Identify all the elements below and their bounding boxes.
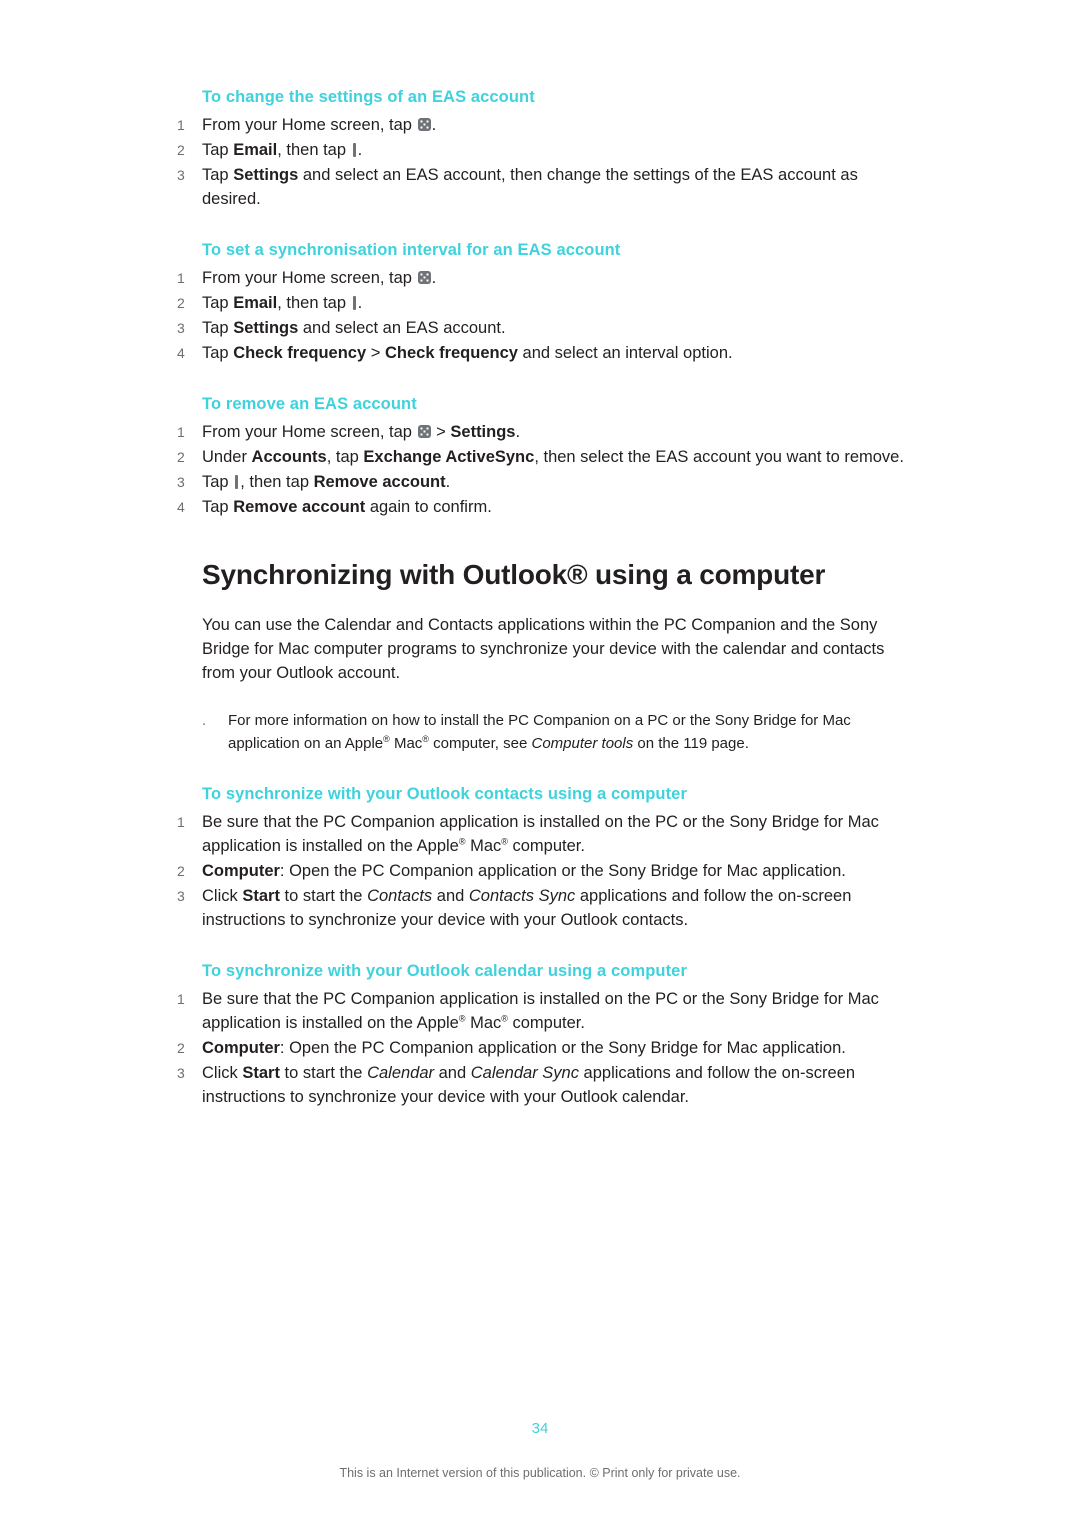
step-number: 3 (177, 474, 185, 490)
step-item: 4 Tap Check frequency > Check frequency a… (176, 341, 906, 365)
options-menu-icon (234, 475, 239, 489)
step-item: 2 Computer: Open the PC Companion applica… (176, 859, 906, 883)
step-number: 2 (177, 142, 185, 158)
page-title: Synchronizing with Outlook® using a comp… (202, 559, 826, 590)
step-text: Tap Settings and select an EAS account. (202, 319, 506, 337)
step-number: 3 (177, 167, 185, 183)
step-item: 1 Be sure that the PC Companion applicati… (176, 987, 906, 1035)
step-item: 3 Click Start to start the Contacts and C… (176, 884, 906, 932)
step-text: Be sure that the PC Companion applicatio… (202, 813, 879, 855)
step-number: 2 (177, 449, 185, 465)
info-note: . For more information on how to install… (202, 709, 906, 755)
step-item: 1 From your Home screen, tap . (176, 113, 906, 137)
step-text: From your Home screen, tap > Settings. (202, 423, 521, 441)
step-text: Tap , then tap Remove account. (202, 473, 451, 491)
page-footer: This is an Internet version of this publ… (339, 1466, 741, 1480)
apps-icon (417, 425, 431, 438)
section-group-bottom: To synchronize with your Outlook contact… (176, 785, 906, 1109)
step-text: From your Home screen, tap . (202, 269, 437, 287)
step-item: 4 Tap Remove account again to confirm. (176, 495, 906, 519)
step-number: 1 (177, 991, 185, 1007)
step-number: 2 (177, 295, 185, 311)
step-item: 2 Tap Email, then tap . (176, 291, 906, 315)
step-number: 2 (177, 1040, 185, 1056)
step-text: Under Accounts, tap Exchange ActiveSync,… (202, 448, 904, 466)
step-text: Tap Check frequency > Check frequency an… (202, 344, 733, 362)
step-item: 2 Tap Email, then tap . (176, 138, 906, 162)
step-item: 3 Tap Settings and select an EAS account. (176, 316, 906, 340)
step-text: Click Start to start the Calendar and Ca… (202, 1064, 856, 1106)
step-list: 1 From your Home screen, tap . 2 Tap Email,… (176, 266, 906, 365)
document-page: To change the settings of an EAS account… (0, 0, 1080, 1527)
page-content: To change the settings of an EAS account… (176, 88, 906, 1110)
step-item: 1 From your Home screen, tap > Settings. (176, 420, 906, 444)
step-text: Tap Email, then tap . (202, 141, 363, 159)
apps-icon (417, 271, 431, 284)
section-heading: To synchronize with your Outlook contact… (202, 785, 687, 803)
step-number: 4 (177, 499, 185, 515)
options-menu-icon (352, 143, 357, 157)
step-text: Click Start to start the Contacts and Co… (202, 887, 852, 929)
step-text: Tap Email, then tap . (202, 294, 363, 312)
step-number: 2 (177, 863, 185, 879)
step-list: 1 From your Home screen, tap . 2 Tap Email,… (176, 113, 906, 211)
step-text: Computer: Open the PC Companion applicat… (202, 862, 846, 880)
step-item: 1 Be sure that the PC Companion applicati… (176, 810, 906, 858)
page-number: 34 (531, 1420, 549, 1437)
section-heading: To remove an EAS account (202, 395, 417, 413)
step-number: 1 (177, 270, 185, 286)
step-text: Tap Remove account again to confirm. (202, 498, 492, 516)
step-number: 1 (177, 814, 185, 830)
step-number: 3 (177, 320, 185, 336)
section-heading: To change the settings of an EAS account (202, 88, 535, 106)
apps-icon (417, 118, 431, 131)
step-number: 1 (177, 117, 185, 133)
step-item: 2 Under Accounts, tap Exchange ActiveSync… (176, 445, 906, 469)
step-item: 2 Computer: Open the PC Companion applica… (176, 1036, 906, 1060)
note-text: For more information on how to install t… (228, 712, 851, 752)
section-heading: To synchronize with your Outlook calenda… (202, 962, 687, 980)
step-item: 3 Tap , then tap Remove account. (176, 470, 906, 494)
section-group-top: To change the settings of an EAS account… (176, 88, 906, 519)
intro-paragraph: You can use the Calendar and Contacts ap… (202, 616, 885, 682)
step-number: 1 (177, 424, 185, 440)
step-text: Tap Settings and select an EAS account, … (202, 166, 858, 208)
step-number: 3 (177, 888, 185, 904)
step-list: 1 Be sure that the PC Companion applicati… (176, 810, 906, 932)
step-text: Be sure that the PC Companion applicatio… (202, 990, 879, 1032)
step-item: 3 Click Start to start the Calendar and C… (176, 1061, 906, 1109)
step-number: 4 (177, 345, 185, 361)
options-menu-icon (352, 296, 357, 310)
step-list: 1 Be sure that the PC Companion applicati… (176, 987, 906, 1109)
step-item: 3 Tap Settings and select an EAS account,… (176, 163, 906, 211)
note-bullet: . (202, 712, 207, 729)
section-heading: To set a synchronisation interval for an… (202, 241, 621, 259)
step-text: Computer: Open the PC Companion applicat… (202, 1039, 846, 1057)
step-list: 1 From your Home screen, tap > Settings. 2… (176, 420, 906, 519)
step-item: 1 From your Home screen, tap . (176, 266, 906, 290)
step-text: From your Home screen, tap . (202, 116, 437, 134)
step-number: 3 (177, 1065, 185, 1081)
